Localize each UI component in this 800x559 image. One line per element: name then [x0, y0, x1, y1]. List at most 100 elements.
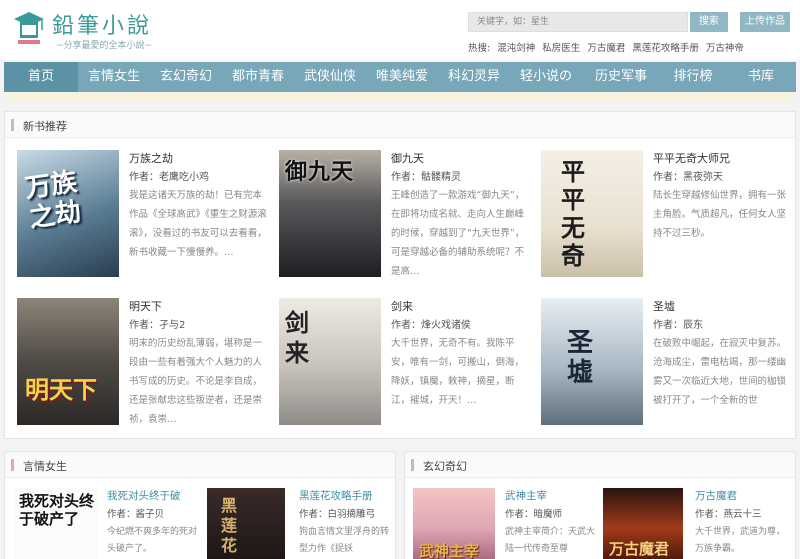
nav-item-ranking[interactable]: 排行榜 [660, 62, 726, 92]
book-title[interactable]: 御九天 [391, 150, 424, 166]
book-author: 作者：辰东 [653, 320, 703, 331]
book-description: 王峰创造了一款游戏“御九天”，在即将功成名就、走向人生巅峰的时候，穿越到了“九天… [391, 190, 525, 277]
book-card[interactable]: 剑来 剑来 作者：烽火戏诸侯 大千世界，无奇不有。我陈平安，唯有一剑，可搬山，倒… [279, 298, 539, 438]
book-author: 作者：暗魔师 [505, 509, 563, 520]
nav-item-romance[interactable]: 言情女生 [78, 62, 150, 92]
cover-title: 黑莲花 [221, 496, 238, 555]
section-title: 玄幻奇幻 [423, 460, 467, 473]
book-cover[interactable]: 平平无奇 [541, 150, 643, 277]
book-title[interactable]: 剑来 [391, 298, 413, 314]
book-cover[interactable]: 明天下 [17, 298, 119, 425]
book-author: 作者：燕云十三 [695, 509, 762, 520]
book-cover[interactable]: 御九天 [279, 150, 381, 277]
romance-section: 言情女生 我死对头终于破产了 我死对头终于破 作者：酱子贝 今纪燃不爽多年的死对… [4, 451, 396, 559]
book-description: 在破败中崛起，在寂灭中复苏。沧海成尘，雷电枯竭，那一缕幽雾又一次临近大地，世间的… [653, 338, 787, 406]
nav-item-urban[interactable]: 都市青春 [222, 62, 294, 92]
book-author: 作者：孑与2 [129, 320, 186, 331]
search-input[interactable]: 关键字，如：星生 [468, 12, 688, 32]
cover-title: 我死对头终于破产了 [19, 492, 95, 528]
book-author: 作者：白羽摘雕弓 [299, 509, 376, 520]
book-card[interactable]: 武神主宰 武神主宰 作者：暗魔师 武神主宰简介：天武大陆一代传奇至尊 [413, 488, 603, 559]
book-card[interactable]: 圣墟 圣墟 作者：辰东 在破败中崛起，在寂灭中复苏。沧海成尘，雷电枯竭，那一缕幽… [541, 298, 800, 438]
pencil-cap-icon [14, 12, 44, 44]
upload-button[interactable]: 上传作品 [740, 12, 790, 32]
site-logo[interactable]: 鉛筆小說 ~分享最愛的全本小說~ [12, 8, 172, 54]
hot-search-link[interactable]: 万古魔君 [587, 43, 625, 54]
book-cover[interactable]: 圣墟 [541, 298, 643, 425]
nav-item-history[interactable]: 历史军事 [582, 62, 660, 92]
book-description: 我是这诸天万族的劫！已有完本作品《全球高武》《重生之财源滚滚》，没看过的书友可以… [129, 190, 267, 258]
book-card[interactable]: 黑莲花 黑莲花攻略手册 作者：白羽摘雕弓 狗血言情文里浮舟的转型力作《捉妖 [207, 488, 397, 559]
book-cover[interactable]: 剑来 [279, 298, 381, 425]
hot-search-link[interactable]: 黑莲花攻略手册 [632, 43, 699, 54]
section-header: 言情女生 [5, 452, 395, 478]
cover-title: 明天下 [25, 375, 97, 404]
nav-item-library[interactable]: 书库 [726, 62, 796, 92]
nav-item-purelove[interactable]: 唯美纯爱 [366, 62, 438, 92]
main-nav: 首页 言情女生 玄幻奇幻 都市青春 武侠仙侠 唯美纯爱 科幻灵异 轻小说の 历史… [4, 62, 796, 92]
book-title[interactable]: 万古魔君 [695, 488, 737, 503]
book-title[interactable]: 武神主宰 [505, 488, 547, 503]
book-card[interactable]: 万族之劫 万族之劫 作者：老鹰吃小鸡 我是这诸天万族的劫！已有完本作品《全球高武… [17, 150, 277, 290]
book-title[interactable]: 我死对头终于破 [107, 488, 181, 503]
hot-search-row: 热搜: 混沌剑神 私房医生 万古魔君 黑莲花攻略手册 万古神帝 [468, 40, 748, 54]
book-title[interactable]: 圣墟 [653, 298, 675, 314]
section-header: 玄幻奇幻 [405, 452, 795, 478]
book-title[interactable]: 万族之劫 [129, 150, 173, 166]
book-title[interactable]: 黑莲花攻略手册 [299, 488, 373, 503]
book-description: 今纪燃不爽多年的死对头破产了。 [107, 527, 198, 554]
nav-item-fantasy[interactable]: 玄幻奇幻 [150, 62, 222, 92]
nav-divider [4, 92, 796, 102]
hot-search-link[interactable]: 混沌剑神 [497, 43, 535, 54]
hot-search-label: 热搜: [468, 43, 491, 54]
nav-item-home[interactable]: 首页 [4, 62, 78, 92]
nav-item-lightnovel[interactable]: 轻小说の [510, 62, 582, 92]
header: 鉛筆小說 ~分享最愛的全本小說~ 关键字，如：星生 搜索 上传作品 热搜: 混沌… [0, 0, 800, 60]
section-marker [11, 119, 14, 131]
book-description: 明末的历史纷乱薄弱，堪称是一段由一些有着强大个人魅力的人书写成的历史。不论是李自… [129, 338, 263, 425]
cover-title: 剑来 [285, 308, 309, 367]
section-title: 新书推荐 [23, 120, 67, 133]
book-description: 大千世界，无奇不有。我陈平安，唯有一剑，可搬山，倒海，降妖，镇魔，敕神，摘星，断… [391, 338, 525, 406]
fantasy-section: 玄幻奇幻 武神主宰 武神主宰 作者：暗魔师 武神主宰简介：天武大陆一代传奇至尊 … [404, 451, 796, 559]
book-author: 作者：黑夜弥天 [653, 172, 723, 183]
section-title: 言情女生 [23, 460, 67, 473]
book-description: 武神主宰简介：天武大陆一代传奇至尊 [505, 527, 596, 554]
book-card[interactable]: 平平无奇 平平无奇大师兄 作者：黑夜弥天 陆长生穿越修仙世界，拥有一张主角脸。气… [541, 150, 800, 290]
book-author: 作者：烽火戏诸侯 [391, 320, 471, 331]
book-author: 作者：老鹰吃小鸡 [129, 172, 209, 183]
book-cover[interactable]: 武神主宰 [413, 488, 495, 559]
section-marker [11, 459, 14, 471]
book-cover[interactable]: 万古魔君 [603, 488, 683, 559]
book-author: 作者：骷髅精灵 [391, 172, 461, 183]
nav-item-scifi[interactable]: 科幻灵异 [438, 62, 510, 92]
hot-search-link[interactable]: 私房医生 [542, 43, 580, 54]
book-cover[interactable]: 我死对头终于破产了 [15, 488, 97, 559]
book-title[interactable]: 平平无奇大师兄 [653, 150, 730, 166]
section-marker [411, 459, 414, 471]
section-header: 新书推荐 [5, 112, 795, 138]
book-card[interactable]: 万古魔君 万古魔君 作者：燕云十三 大千世界，武道为尊，万族争霸。 [603, 488, 793, 559]
book-author: 作者：酱子贝 [107, 509, 165, 520]
cover-title: 万族之劫 [23, 167, 83, 234]
cover-title: 御九天 [285, 159, 355, 185]
book-cover[interactable]: 黑莲花 [207, 488, 285, 559]
cover-title: 万古魔君 [609, 540, 670, 558]
logo-slogan: ~分享最愛的全本小說~ [56, 41, 153, 51]
logo-title: 鉛筆小說 [52, 14, 153, 39]
cover-title: 平平无奇 [561, 157, 585, 270]
book-card[interactable]: 明天下 明天下 作者：孑与2 明末的历史纷乱薄弱，堪称是一段由一些有着强大个人魅… [17, 298, 277, 438]
cover-title: 武神主宰 [419, 542, 480, 559]
book-card[interactable]: 御九天 御九天 作者：骷髅精灵 王峰创造了一款游戏“御九天”，在即将功成名就、走… [279, 150, 539, 290]
new-books-section: 新书推荐 万族之劫 万族之劫 作者：老鹰吃小鸡 我是这诸天万族的劫！已有完本作品… [4, 111, 796, 439]
book-cover[interactable]: 万族之劫 [17, 150, 119, 277]
hot-search-link[interactable]: 万古神帝 [706, 43, 744, 54]
book-description: 陆长生穿越修仙世界，拥有一张主角脸。气质超凡，任何女人坚持不过三秒。 [653, 190, 787, 239]
book-description: 狗血言情文里浮舟的转型力作《捉妖 [299, 527, 390, 554]
search-button[interactable]: 搜索 [690, 12, 728, 32]
cover-title: 圣墟 [567, 328, 594, 388]
nav-item-wuxia[interactable]: 武侠仙侠 [294, 62, 366, 92]
book-title[interactable]: 明天下 [129, 298, 162, 314]
book-description: 大千世界，武道为尊，万族争霸。 [695, 527, 786, 554]
book-card[interactable]: 我死对头终于破产了 我死对头终于破 作者：酱子贝 今纪燃不爽多年的死对头破产了。 [15, 488, 205, 559]
